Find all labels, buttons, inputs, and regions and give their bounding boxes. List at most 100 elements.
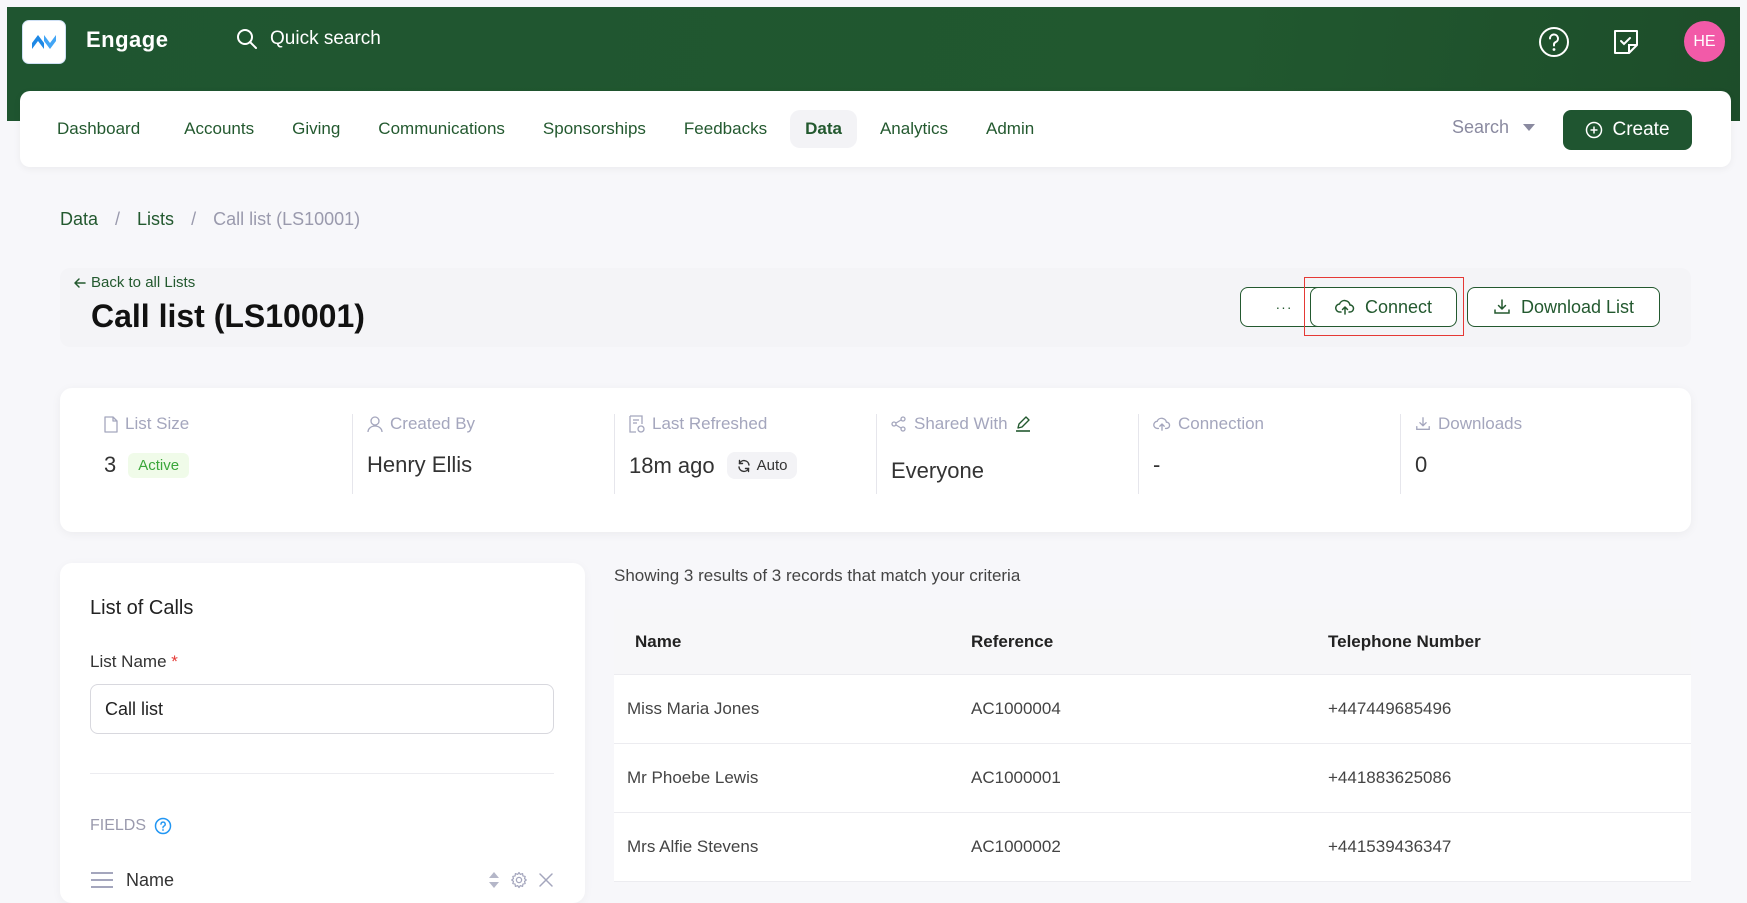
table-header: Name Reference Telephone Number [614,609,1691,675]
cell-name: Mrs Alfie Stevens [627,837,759,856]
back-label: Back to all Lists [91,274,196,291]
caret-down-icon [1523,124,1536,131]
cell-telephone: +441539436347 [1328,837,1452,856]
cell-reference: AC1000002 [971,837,1061,856]
help-button[interactable] [1536,24,1572,60]
close-icon[interactable] [538,872,554,888]
download-label: Download List [1520,296,1635,317]
drag-handle-icon[interactable] [90,870,114,890]
shared-with-value: Everyone [891,458,984,483]
cell-reference: AC1000001 [971,768,1061,787]
cloud-upload-icon [1334,299,1355,315]
list-name-label-text: List Name [90,652,167,671]
created-by-value: Henry Ellis [367,452,473,477]
table-row[interactable]: Mr Phoebe Lewis AC1000001 +441883625086 [614,744,1691,813]
list-name-input[interactable] [90,684,554,734]
stat-label: Downloads [1438,414,1523,433]
auto-label: Auto [756,457,788,474]
search-icon [237,29,257,49]
column-header-name[interactable]: Name [614,632,971,652]
nav-admin[interactable]: Admin [971,110,1049,148]
create-label: Create [1612,119,1670,140]
back-to-lists-link[interactable]: Back to all Lists [73,274,195,291]
cell-name: Miss Maria Jones [627,699,760,718]
nav-analytics[interactable]: Analytics [865,110,963,148]
quick-search-label: Quick search [270,28,381,49]
stat-label: List Size [125,414,190,433]
fields-label: FIELDS [90,817,147,834]
app-logo[interactable] [22,20,66,64]
last-refreshed-value: 18m ago [629,452,715,478]
nav-tabs: Dashboard Accounts Giving Communications… [42,110,1049,148]
sort-icon[interactable] [488,870,500,890]
cell-name: Mr Phoebe Lewis [627,768,759,787]
list-form-panel: List of Calls List Name * FIELDS Name [60,563,585,903]
app-brand: Engage [86,27,169,52]
column-header-reference[interactable]: Reference [971,632,1328,652]
plus-circle-icon [1586,121,1603,139]
results-table: Name Reference Telephone Number Miss Mar… [614,609,1691,882]
table-row[interactable]: Miss Maria Jones AC1000004 +447449685496 [614,675,1691,744]
arrow-left-icon [74,277,86,288]
nav-communications[interactable]: Communications [363,110,520,148]
results-summary: Showing 3 results of 3 records that matc… [614,566,1021,585]
stat-label: Connection [1178,414,1265,433]
table-row[interactable]: Mrs Alfie Stevens AC1000002 +44153943634… [614,813,1691,882]
cell-reference: AC1000004 [971,699,1061,718]
nav-sponsorships[interactable]: Sponsorships [528,110,661,148]
quick-search[interactable]: Quick search [236,28,381,50]
breadcrumb-lists[interactable]: Lists [137,209,174,230]
auto-refresh-badge[interactable]: Auto [726,452,798,479]
list-stats: List Size 3 Active Created By Henry Elli… [60,388,1691,532]
nav-giving[interactable]: Giving [277,110,355,148]
nav-feedbacks[interactable]: Feedbacks [669,110,782,148]
stat-shared-with: Shared With Everyone [876,414,1138,494]
connection-value: - [1153,452,1161,477]
column-header-telephone[interactable]: Telephone Number [1328,632,1691,652]
stat-downloads: Downloads 0 [1400,414,1662,494]
stat-label: Shared With [914,414,1008,433]
nav-dashboard[interactable]: Dashboard [42,110,155,148]
help-icon[interactable] [154,817,172,835]
nav-data[interactable]: Data [790,110,857,148]
breadcrumb-current: Call list (LS10001) [213,209,361,229]
connect-button[interactable]: Connect [1310,287,1457,327]
field-name: Name [126,869,175,890]
help-icon [1539,27,1569,57]
gear-icon[interactable] [510,871,528,889]
download-icon [1494,299,1510,314]
breadcrumb-data[interactable]: Data [60,209,98,230]
field-item: Name [90,865,554,895]
stat-label: Last Refreshed [652,414,768,433]
panel-title: List of Calls [90,597,194,619]
fields-section-label: FIELDS [90,817,172,835]
cloud-upload-icon [1153,417,1171,431]
tasks-button[interactable] [1608,24,1644,60]
status-badge: Active [128,452,190,478]
breadcrumb-separator: / [115,209,121,229]
download-list-button[interactable]: Download List [1467,287,1660,327]
nav-accounts[interactable]: Accounts [169,110,269,148]
required-mark: * [171,652,178,671]
breadcrumb-separator: / [191,209,197,229]
file-icon [104,415,118,433]
create-button[interactable]: Create [1563,110,1692,150]
stat-label: Created By [390,414,476,433]
downloads-value: 0 [1415,452,1428,477]
divider [90,773,554,774]
user-icon [367,415,383,432]
breadcrumb: Data / Lists / Call list (LS10001) [60,209,360,230]
stat-connection: Connection - [1138,414,1400,494]
connect-label: Connect [1364,296,1433,317]
edit-pencil-icon[interactable] [1015,415,1031,433]
stat-created-by: Created By Henry Ellis [352,414,614,494]
more-icon: ··· [1275,299,1293,315]
user-avatar[interactable]: HE [1684,21,1725,62]
stat-last-refreshed: Last Refreshed 18m ago Auto [614,414,876,494]
cell-telephone: +447449685496 [1328,699,1452,718]
main-nav: Dashboard Accounts Giving Communications… [20,91,1731,167]
task-check-icon [1614,30,1638,54]
page-title: Call list (LS10001) [91,298,365,334]
nav-search-dropdown[interactable]: Search [1452,117,1536,138]
list-name-label: List Name * [90,652,178,672]
